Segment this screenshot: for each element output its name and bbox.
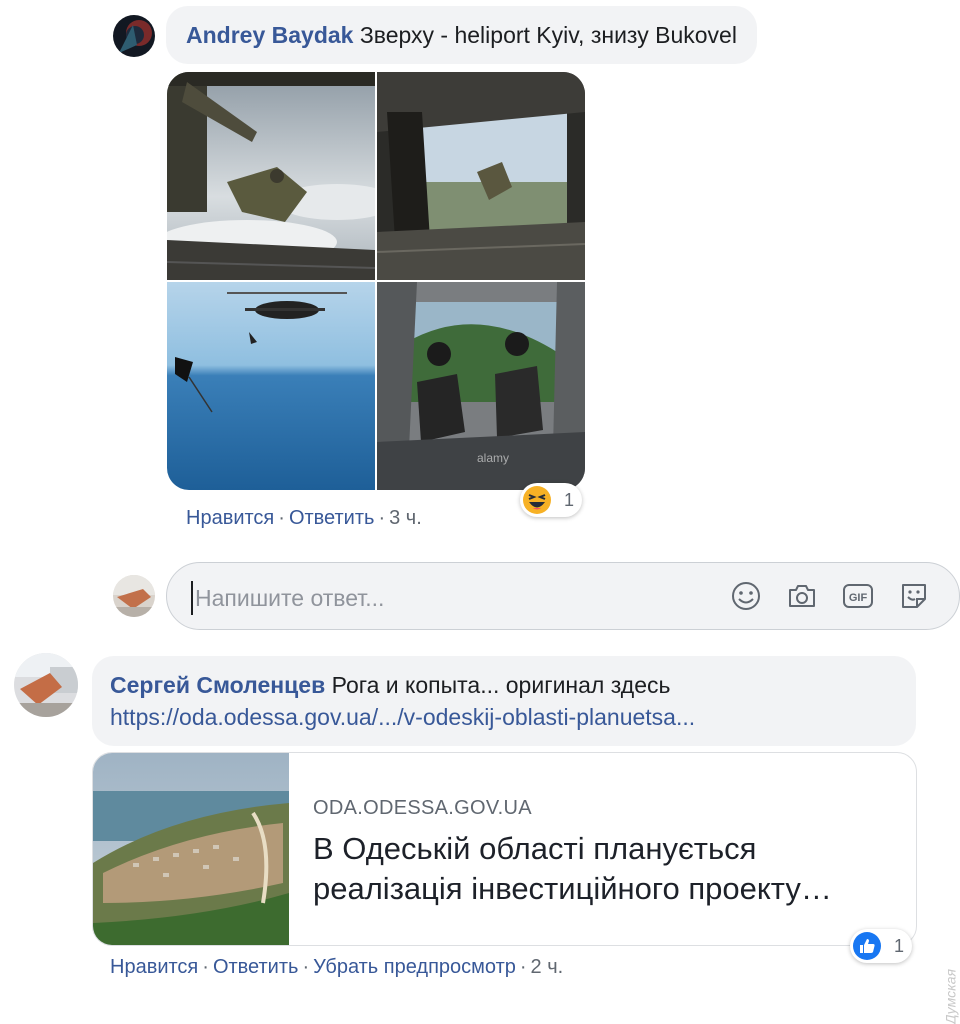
comment-bubble-andrey: Andrey Baydak Зверху - heliport Kyiv, зн… <box>166 6 757 64</box>
comment-author[interactable]: Andrey Baydak <box>186 22 353 48</box>
gif-icon[interactable]: GIF <box>841 579 875 613</box>
reply-link[interactable]: Ответить <box>289 507 375 529</box>
comment-time[interactable]: 2 ч. <box>531 956 564 978</box>
comment-link[interactable]: https://oda.odessa.gov.ua/.../v-odeskij-… <box>110 704 695 730</box>
reaction-summary[interactable]: 1 <box>850 929 913 963</box>
comment-bubble-sergey: Сергей Смоленцев Рога и копыта... оригин… <box>92 656 916 746</box>
like-icon <box>852 931 882 961</box>
link-preview[interactable]: ODA.ODESSA.GOV.UA В Одеській області пла… <box>92 752 917 946</box>
preview-title-line2: реалізація інвестиційного проекту… <box>313 871 832 906</box>
photo-tile[interactable] <box>167 72 375 280</box>
current-user-avatar <box>113 575 155 617</box>
photo-tile[interactable]: alamy <box>377 282 585 490</box>
comment-actions: Нравится · Ответить · Убрать предпросмотр · 2 … <box>110 956 564 978</box>
preview-domain: ODA.ODESSA.GOV.UA <box>313 797 532 819</box>
photo-grid[interactable]: alamy <box>167 72 585 490</box>
reply-link[interactable]: Ответить <box>213 956 299 978</box>
reply-box: GIF <box>166 562 960 630</box>
like-link[interactable]: Нравится <box>186 507 274 529</box>
svg-text:GIF: GIF <box>849 592 868 604</box>
reaction-count: 1 <box>894 935 905 956</box>
preview-title-line1: В Одеській області планується <box>313 831 757 866</box>
haha-emoji-icon <box>522 485 552 515</box>
comment-author[interactable]: Сергей Смоленцев <box>110 672 325 698</box>
photo-tile[interactable] <box>377 72 585 280</box>
like-link[interactable]: Нравится <box>110 956 198 978</box>
camera-icon[interactable] <box>785 579 819 613</box>
remove-preview-link[interactable]: Убрать предпросмотр <box>313 956 516 978</box>
comment-text: Зверху - heliport Kyiv, знизу Bukovel <box>359 22 737 48</box>
alamy-watermark: alamy <box>477 451 509 465</box>
preview-image <box>93 753 289 945</box>
emoji-icon[interactable] <box>729 579 763 613</box>
avatar-andrey[interactable] <box>113 15 155 57</box>
reply-input[interactable] <box>191 581 697 615</box>
comment-time[interactable]: 3 ч. <box>389 507 422 529</box>
comment-text: Рога и копыта... оригинал здесь <box>331 672 671 698</box>
comment-actions: Нравится · Ответить · 3 ч. <box>186 507 422 529</box>
sticker-icon[interactable] <box>897 579 931 613</box>
reaction-count: 1 <box>564 489 575 510</box>
site-watermark: Думская <box>942 969 958 1024</box>
reaction-summary[interactable]: 1 <box>520 483 583 517</box>
photo-tile[interactable] <box>167 282 375 490</box>
avatar-sergey[interactable] <box>14 653 78 717</box>
